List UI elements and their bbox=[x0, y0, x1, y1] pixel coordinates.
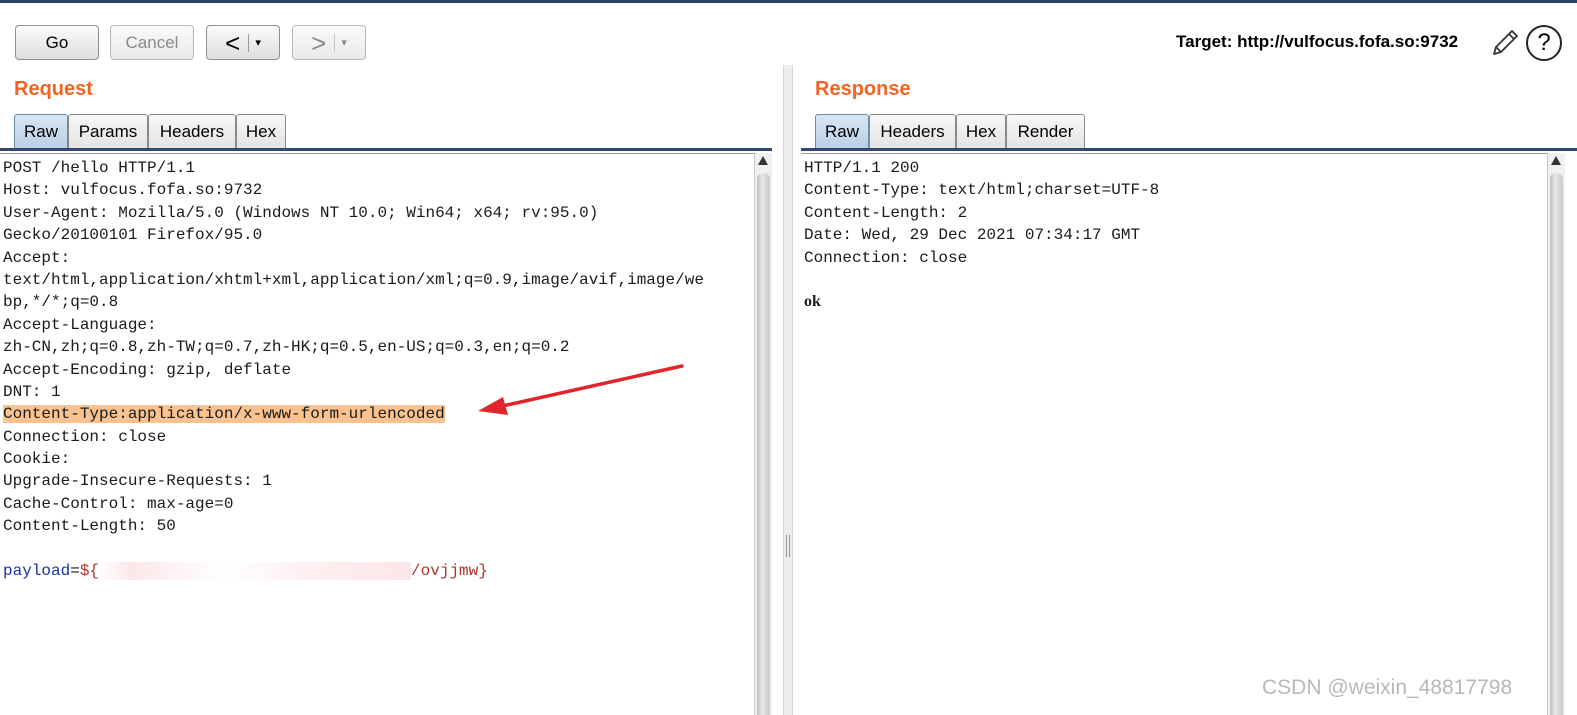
request-editor[interactable]: POST /hello HTTP/1.1 Host: vulfocus.fofa… bbox=[0, 153, 754, 715]
request-tab-underline bbox=[0, 148, 772, 151]
request-line: Accept-Language: bbox=[3, 315, 157, 334]
tab-request-params[interactable]: Params bbox=[68, 114, 148, 149]
go-button[interactable]: Go bbox=[15, 25, 99, 60]
split-pane-divider[interactable] bbox=[783, 65, 793, 715]
response-line: Date: Wed, 29 Dec 2021 07:34:17 GMT bbox=[804, 226, 1141, 245]
scroll-thumb[interactable] bbox=[757, 173, 770, 715]
tab-request-headers[interactable]: Headers bbox=[148, 114, 236, 149]
request-title: Request bbox=[14, 78, 93, 100]
response-title: Response bbox=[815, 78, 911, 100]
response-line: Connection: close bbox=[804, 248, 968, 267]
back-button-separator bbox=[248, 33, 250, 52]
tab-response-raw[interactable]: Raw bbox=[815, 114, 869, 149]
payload-prefix: ${ bbox=[79, 562, 100, 581]
content-type-highlight: Content-Type:application/x-www-form-urle… bbox=[3, 405, 445, 424]
redacted-payload bbox=[99, 561, 412, 580]
request-line: Upgrade-Insecure-Requests: 1 bbox=[3, 472, 272, 491]
cancel-button[interactable]: Cancel bbox=[110, 25, 194, 60]
request-line: Cookie: bbox=[3, 450, 71, 469]
response-line: Content-Type: text/html;charset=UTF-8 bbox=[804, 181, 1160, 200]
forward-button[interactable]: > ▾ bbox=[292, 25, 366, 60]
pencil-icon[interactable] bbox=[1488, 26, 1522, 60]
back-dropdown-icon[interactable]: ▾ bbox=[255, 36, 261, 49]
tab-response-render[interactable]: Render bbox=[1006, 114, 1085, 149]
tab-request-hex[interactable]: Hex bbox=[236, 114, 286, 149]
request-line: zh-CN,zh;q=0.8,zh-TW;q=0.7,zh-HK;q=0.5,e… bbox=[3, 338, 570, 357]
request-line: bp,*/*;q=0.8 bbox=[3, 293, 119, 312]
request-line: Host: vulfocus.fofa.so:9732 bbox=[3, 181, 263, 200]
response-tab-underline bbox=[801, 148, 1577, 151]
request-line: Content-Length: 50 bbox=[3, 517, 176, 536]
divider-grip-icon[interactable] bbox=[786, 535, 790, 557]
scroll-thumb[interactable] bbox=[1550, 173, 1563, 715]
forward-arrow-icon: > bbox=[311, 27, 327, 58]
payload-line: payload=${ /ovjjmw} bbox=[3, 560, 754, 582]
request-scrollbar[interactable] bbox=[754, 153, 772, 715]
back-button[interactable]: < ▾ bbox=[206, 25, 280, 60]
forward-button-separator bbox=[334, 33, 336, 52]
request-line: Gecko/20100101 Firefox/95.0 bbox=[3, 226, 263, 245]
back-arrow-icon: < bbox=[225, 27, 241, 58]
response-line: HTTP/1.1 200 bbox=[804, 159, 920, 177]
request-line: DNT: 1 bbox=[3, 382, 61, 401]
request-line-highlighted: Content-Type:application/x-www-form-urle… bbox=[3, 403, 754, 425]
response-scrollbar[interactable] bbox=[1547, 153, 1565, 715]
request-line: POST /hello HTTP/1.1 bbox=[3, 159, 196, 177]
target-label: Target: http://vulfocus.fofa.so:9732 bbox=[1176, 32, 1459, 51]
request-line: Accept: bbox=[3, 248, 71, 267]
help-icon[interactable]: ? bbox=[1526, 25, 1562, 61]
response-line: Content-Length: 2 bbox=[804, 203, 968, 222]
response-line bbox=[804, 269, 1547, 291]
response-body: ok bbox=[804, 293, 821, 311]
request-line: Cache-Control: max-age=0 bbox=[3, 494, 234, 513]
request-line bbox=[3, 538, 754, 560]
tab-response-hex[interactable]: Hex bbox=[956, 114, 1006, 149]
scroll-up-icon[interactable] bbox=[758, 156, 768, 165]
payload-suffix: /ovjjmw} bbox=[411, 562, 488, 581]
payload-equals: = bbox=[70, 562, 80, 581]
scroll-up-icon[interactable] bbox=[1551, 156, 1561, 165]
request-line: Connection: close bbox=[3, 427, 167, 446]
watermark: CSDN @weixin_48817798 bbox=[1262, 676, 1513, 699]
window-top-border bbox=[0, 0, 1577, 3]
request-line: Accept-Encoding: gzip, deflate bbox=[3, 360, 292, 379]
response-editor[interactable]: HTTP/1.1 200 Content-Type: text/html;cha… bbox=[801, 153, 1547, 715]
request-line: User-Agent: Mozilla/5.0 (Windows NT 10.0… bbox=[3, 203, 599, 222]
forward-dropdown-icon[interactable]: ▾ bbox=[341, 36, 347, 49]
tab-request-raw[interactable]: Raw bbox=[14, 114, 68, 149]
payload-key: payload bbox=[3, 562, 71, 581]
request-line: text/html,application/xhtml+xml,applicat… bbox=[3, 270, 704, 289]
tab-response-headers[interactable]: Headers bbox=[869, 114, 956, 149]
